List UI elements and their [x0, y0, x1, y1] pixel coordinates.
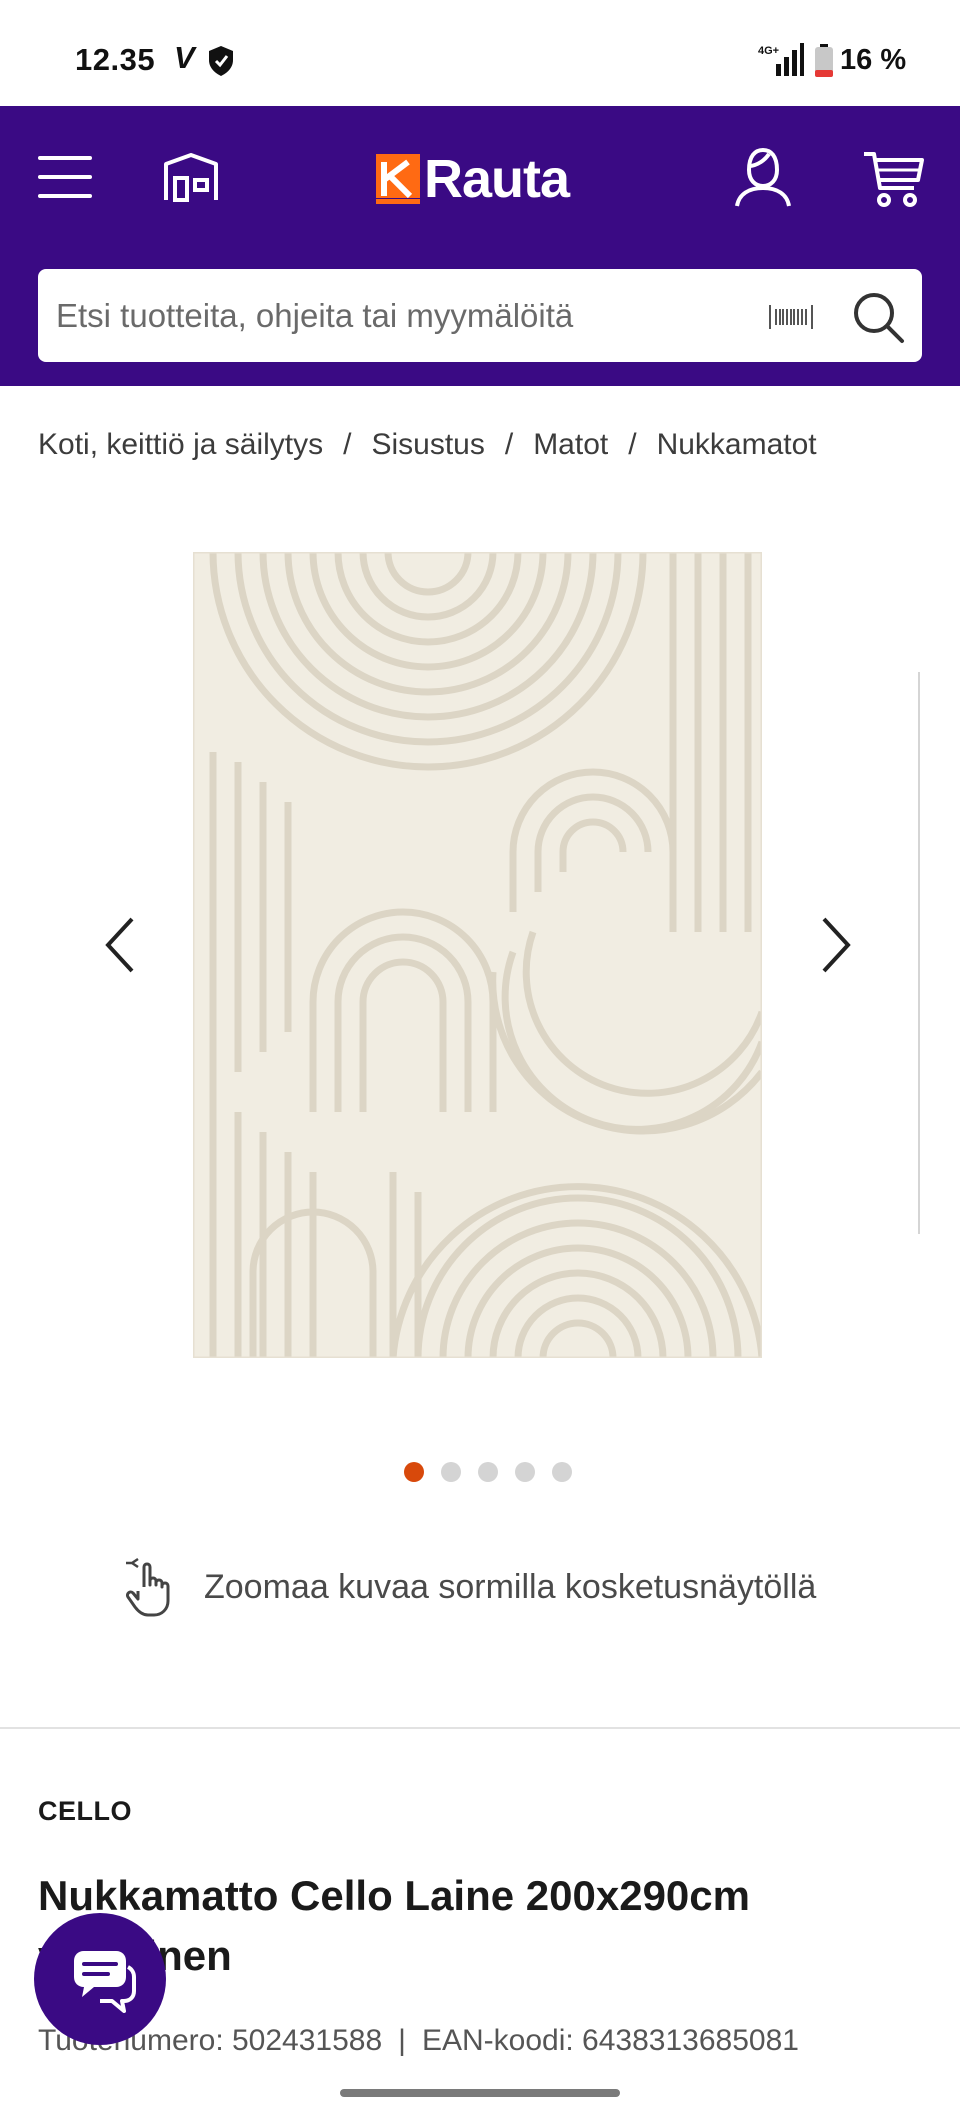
breadcrumb-item[interactable]: Koti, keittiö ja säilytys — [38, 428, 323, 461]
gallery-pagination — [404, 1462, 572, 1482]
next-image-peek-edge — [918, 672, 920, 1234]
home-indicator[interactable] — [340, 2089, 620, 2097]
pagination-dot[interactable] — [515, 1462, 535, 1482]
pagination-dot[interactable] — [441, 1462, 461, 1482]
ean-code: 6438313685081 — [582, 2024, 799, 2057]
status-time: 12.35 — [75, 42, 156, 77]
ean-label: EAN-koodi: — [421, 2024, 574, 2057]
zoom-hint: Zoomaa kuvaa sormilla kosketusnäytöllä — [124, 1557, 816, 1617]
section-divider — [0, 1727, 960, 1729]
breadcrumb-separator: / — [504, 428, 514, 461]
product-number: 502431588 — [232, 2024, 383, 2057]
breadcrumb-separator: / — [343, 428, 352, 461]
breadcrumb-item[interactable]: Matot — [533, 428, 608, 461]
breadcrumb-separator: / — [628, 428, 637, 461]
signal-icon: 4G+ — [758, 43, 804, 76]
product-image-gallery[interactable] — [0, 500, 960, 1400]
network-type-label: 4G+ — [758, 45, 779, 57]
breadcrumb-item[interactable]: Sisustus — [371, 428, 484, 461]
pagination-dot[interactable] — [552, 1462, 572, 1482]
pagination-dot[interactable] — [478, 1462, 498, 1482]
logo-k-mark — [376, 154, 420, 204]
battery-icon — [815, 44, 833, 77]
search-input[interactable] — [56, 269, 756, 362]
product-brand[interactable]: CELLO — [38, 1796, 132, 1827]
pinch-zoom-hand-icon — [126, 1557, 170, 1617]
barcode-scan-icon[interactable] — [768, 303, 814, 331]
zoom-hint-text: Zoomaa kuvaa sormilla kosketusnäytöllä — [204, 1567, 817, 1606]
product-image-rug — [193, 552, 762, 1358]
pagination-dot[interactable] — [404, 1462, 424, 1482]
chat-bubbles-icon — [74, 1951, 136, 2013]
product-identifiers: Tuotenumero: 502431588 | EAN-koodi: 643831… — [38, 2024, 799, 2057]
carrier-icon: V — [174, 40, 195, 75]
user-icon[interactable] — [733, 146, 793, 208]
search-icon[interactable] — [850, 289, 906, 345]
site-header: Rauta — [0, 106, 960, 386]
shield-icon — [209, 46, 233, 76]
krauta-logo[interactable]: Rauta — [376, 148, 570, 210]
logo-text: Rauta — [424, 149, 570, 209]
search-bar — [38, 269, 922, 362]
previous-image-arrow-icon[interactable] — [100, 915, 140, 975]
menu-icon[interactable] — [38, 156, 92, 198]
status-bar: 12.35 V 4G+ 16 % — [0, 0, 960, 106]
next-image-arrow-icon[interactable] — [816, 915, 856, 975]
chat-button[interactable] — [34, 1913, 166, 2045]
cart-icon[interactable] — [862, 150, 924, 208]
breadcrumb-item[interactable]: Nukkamatot — [657, 428, 817, 461]
store-icon[interactable] — [163, 152, 219, 202]
breadcrumb: Koti, keittiö ja säilytys / Sisustus / Matot… — [38, 428, 817, 462]
product-title: Nukkamatto Cello Laine 200x290cm valkoin… — [38, 1872, 750, 1979]
battery-percentage: 16 % — [840, 44, 907, 76]
